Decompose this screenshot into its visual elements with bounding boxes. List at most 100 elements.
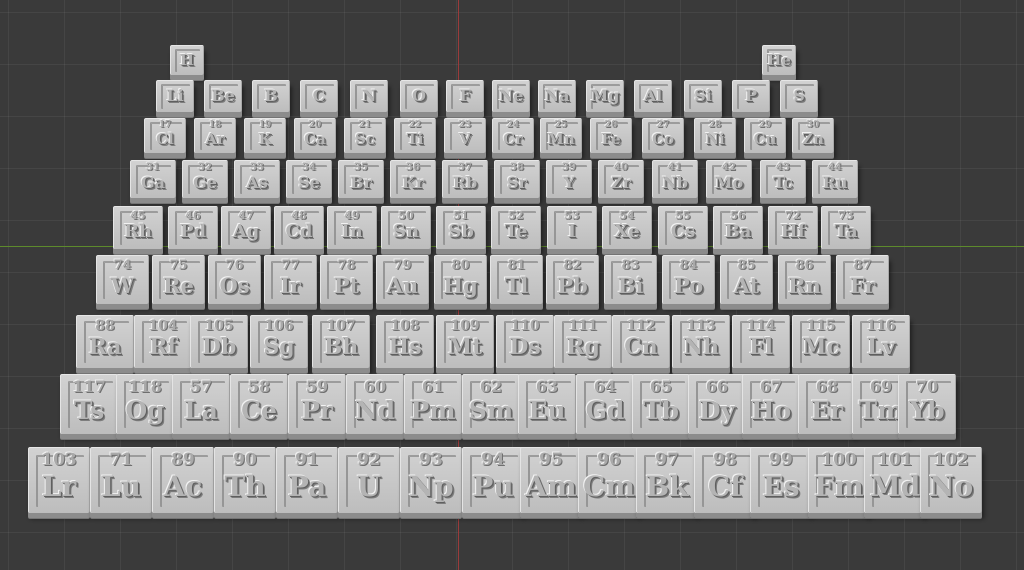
- element-tile-pr[interactable]: 59 Pr: [288, 374, 346, 434]
- element-tile-kr[interactable]: 36 Kr: [390, 160, 436, 198]
- element-tile-fm[interactable]: 100 Fm: [808, 447, 870, 513]
- element-tile-cd[interactable]: 48 Cd: [274, 206, 324, 249]
- element-tile-o[interactable]: O: [400, 80, 438, 112]
- element-tile-ac[interactable]: 89 Ac: [152, 447, 214, 513]
- element-tile-np[interactable]: 93 Np: [400, 447, 462, 513]
- element-tile-li[interactable]: Li: [156, 80, 194, 112]
- element-tile-re[interactable]: 75 Re: [152, 255, 205, 304]
- element-tile-k[interactable]: 19 K: [244, 118, 286, 153]
- element-tile-he[interactable]: He: [762, 45, 796, 75]
- element-tile-rg[interactable]: 111 Rg: [554, 315, 612, 368]
- element-tile-ar[interactable]: 18 Ar: [194, 118, 236, 153]
- element-tile-bk[interactable]: 97 Bk: [636, 447, 698, 513]
- element-tile-mg[interactable]: Mg: [586, 80, 624, 112]
- element-tile-v[interactable]: 23 V: [444, 118, 486, 153]
- element-tile-cn[interactable]: 112 Cn: [612, 315, 670, 368]
- element-tile-na[interactable]: Na: [538, 80, 576, 112]
- element-tile-y[interactable]: 39 Y: [546, 160, 592, 198]
- element-tile-pm[interactable]: 61 Pm: [404, 374, 462, 434]
- element-tile-md[interactable]: 101 Md: [864, 447, 926, 513]
- element-tile-ca[interactable]: 20 Ca: [294, 118, 336, 153]
- element-tile-rb[interactable]: 37 Rb: [442, 160, 488, 198]
- element-tile-mn[interactable]: 25 Mn: [540, 118, 582, 153]
- element-tile-sn[interactable]: 50 Sn: [381, 206, 431, 249]
- element-tile-cs[interactable]: 55 Cs: [658, 206, 708, 249]
- element-tile-ni[interactable]: 28 Ni: [694, 118, 736, 153]
- element-tile-hg[interactable]: 80 Hg: [434, 255, 487, 304]
- element-tile-b[interactable]: B: [252, 80, 290, 112]
- element-tile-mt[interactable]: 109 Mt: [436, 315, 494, 368]
- element-tile-si[interactable]: Si: [684, 80, 722, 112]
- element-tile-h[interactable]: H: [170, 45, 204, 75]
- element-tile-pt[interactable]: 78 Pt: [320, 255, 373, 304]
- element-tile-db[interactable]: 105 Db: [190, 315, 248, 368]
- element-tile-os[interactable]: 76 Os: [208, 255, 261, 304]
- element-tile-sb[interactable]: 51 Sb: [436, 206, 486, 249]
- element-tile-tl[interactable]: 81 Tl: [490, 255, 543, 304]
- element-tile-ds[interactable]: 110 Ds: [496, 315, 554, 368]
- element-tile-se[interactable]: 34 Se: [286, 160, 332, 198]
- element-tile-nh[interactable]: 113 Nh: [672, 315, 730, 368]
- element-tile-fl[interactable]: 114 Fl: [732, 315, 790, 368]
- element-tile-ba[interactable]: 56 Ba: [713, 206, 763, 249]
- element-tile-u[interactable]: 92 U: [338, 447, 400, 513]
- element-tile-th[interactable]: 90 Th: [214, 447, 276, 513]
- element-tile-nd[interactable]: 60 Nd: [346, 374, 404, 434]
- element-tile-c[interactable]: C: [300, 80, 338, 112]
- element-tile-ga[interactable]: 31 Ga: [130, 160, 176, 198]
- element-tile-zn[interactable]: 30 Zn: [792, 118, 834, 153]
- element-tile-be[interactable]: Be: [204, 80, 242, 112]
- element-tile-ne[interactable]: Ne: [492, 80, 530, 112]
- element-tile-cu[interactable]: 29 Cu: [744, 118, 786, 153]
- element-tile-tb[interactable]: 65 Tb: [632, 374, 690, 434]
- element-tile-cr[interactable]: 24 Cr: [492, 118, 534, 153]
- element-tile-te[interactable]: 52 Te: [491, 206, 541, 249]
- element-tile-pa[interactable]: 91 Pa: [276, 447, 338, 513]
- element-tile-cm[interactable]: 96 Cm: [578, 447, 640, 513]
- element-tile-dy[interactable]: 66 Dy: [688, 374, 746, 434]
- element-tile-sc[interactable]: 21 Sc: [344, 118, 386, 153]
- element-tile-p[interactable]: P: [732, 80, 770, 112]
- element-tile-rn[interactable]: 86 Rn: [778, 255, 831, 304]
- 3d-viewport[interactable]: H He Li Be B C N O F Ne Na Mg Al Si P S 17 Cl 18 Ar 19 K 20 Ca 2…: [0, 0, 1024, 570]
- element-tile-rh[interactable]: 45 Rh: [113, 206, 163, 249]
- element-tile-pu[interactable]: 94 Pu: [462, 447, 524, 513]
- element-tile-au[interactable]: 79 Au: [376, 255, 429, 304]
- element-tile-w[interactable]: 74 W: [96, 255, 149, 304]
- element-tile-n[interactable]: N: [350, 80, 388, 112]
- element-tile-rf[interactable]: 104 Rf: [134, 315, 192, 368]
- element-tile-ho[interactable]: 67 Ho: [742, 374, 800, 434]
- element-tile-ru[interactable]: 44 Ru: [812, 160, 858, 198]
- element-tile-ir[interactable]: 77 Ir: [264, 255, 317, 304]
- element-tile-hf[interactable]: 72 Hf: [768, 206, 818, 249]
- element-tile-bi[interactable]: 83 Bi: [604, 255, 657, 304]
- element-tile-sm[interactable]: 62 Sm: [462, 374, 520, 434]
- element-tile-ti[interactable]: 22 Ti: [394, 118, 436, 153]
- element-tile-lu[interactable]: 71 Lu: [90, 447, 152, 513]
- element-tile-f[interactable]: F: [446, 80, 484, 112]
- element-tile-co[interactable]: 27 Co: [642, 118, 684, 153]
- element-tile-as[interactable]: 33 As: [234, 160, 280, 198]
- element-tile-xe[interactable]: 54 Xe: [602, 206, 652, 249]
- element-tile-gd[interactable]: 64 Gd: [576, 374, 634, 434]
- element-tile-lr[interactable]: 103 Lr: [28, 447, 90, 513]
- element-tile-ts[interactable]: 117 Ts: [60, 374, 118, 434]
- element-tile-ce[interactable]: 58 Ce: [230, 374, 288, 434]
- element-tile-mo[interactable]: 42 Mo: [706, 160, 752, 198]
- element-tile-er[interactable]: 68 Er: [798, 374, 856, 434]
- element-tile-la[interactable]: 57 La: [172, 374, 230, 434]
- element-tile-al[interactable]: Al: [634, 80, 672, 112]
- element-tile-og[interactable]: 118 Og: [116, 374, 174, 434]
- element-tile-pb[interactable]: 82 Pb: [546, 255, 599, 304]
- element-tile-eu[interactable]: 63 Eu: [518, 374, 576, 434]
- element-tile-br[interactable]: 35 Br: [338, 160, 384, 198]
- element-tile-ta[interactable]: 73 Ta: [821, 206, 871, 249]
- element-tile-fr[interactable]: 87 Fr: [836, 255, 889, 304]
- element-tile-ge[interactable]: 32 Ge: [182, 160, 228, 198]
- element-tile-yb[interactable]: 70 Yb: [898, 374, 956, 434]
- element-tile-sg[interactable]: 106 Sg: [250, 315, 308, 368]
- element-tile-po[interactable]: 84 Po: [662, 255, 715, 304]
- element-tile-no[interactable]: 102 No: [920, 447, 982, 513]
- element-tile-es[interactable]: 99 Es: [750, 447, 812, 513]
- element-tile-in[interactable]: 49 In: [327, 206, 377, 249]
